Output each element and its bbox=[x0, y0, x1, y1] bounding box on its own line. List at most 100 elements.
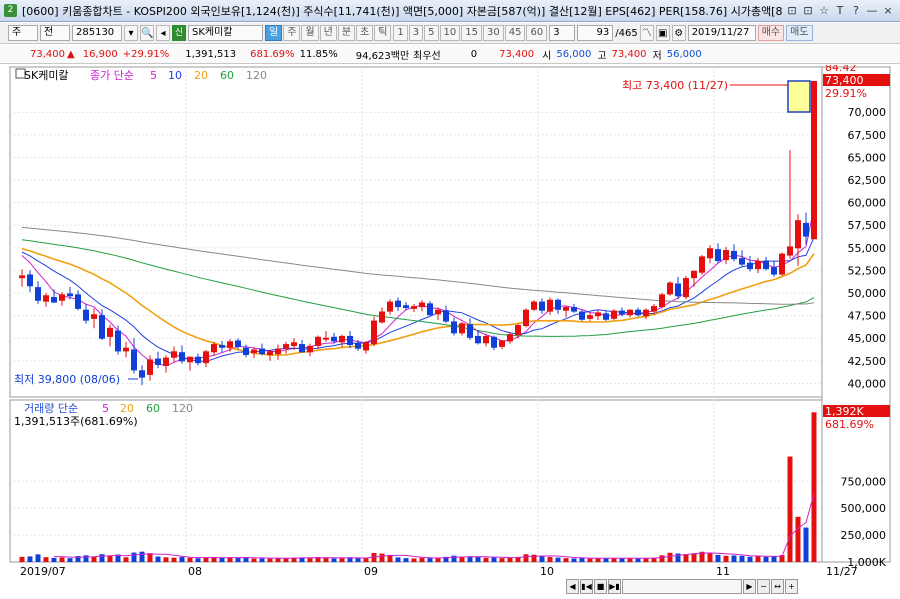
interval-button-10[interactable]: 10 bbox=[439, 25, 461, 41]
scroll-last-icon[interactable]: ▶▮ bbox=[608, 579, 621, 594]
window-control-2[interactable]: ☆ bbox=[818, 4, 830, 17]
candle-body bbox=[443, 310, 449, 322]
price-tick: 55,000 bbox=[848, 242, 887, 255]
timeframe-button-2[interactable]: 월 bbox=[301, 25, 319, 41]
candle-body bbox=[779, 253, 785, 275]
window-control-6[interactable]: × bbox=[882, 4, 894, 17]
candle-body bbox=[731, 250, 737, 260]
volume-bar bbox=[739, 555, 745, 562]
window-control-4[interactable]: ? bbox=[850, 4, 862, 17]
timeframe-button-3[interactable]: 년 bbox=[319, 25, 337, 41]
timeframe-button-5[interactable]: 초 bbox=[356, 25, 374, 41]
speaker-icon[interactable]: ◂ bbox=[156, 25, 170, 41]
scroll-track[interactable] bbox=[622, 579, 742, 594]
scope-select[interactable]: 전 bbox=[40, 25, 70, 41]
window-title: [0600] 키움종합차트 - KOSPI200 외국인보유[1,124(천)]… bbox=[22, 4, 782, 18]
volume-bar bbox=[235, 558, 241, 562]
candle-body bbox=[267, 351, 273, 356]
stop-icon[interactable]: ■ bbox=[594, 579, 607, 594]
volume-bar bbox=[475, 557, 481, 562]
chart-scroll-controls: ◀ ▮◀ ■ ▶▮ ▶ − ↔ + bbox=[566, 579, 798, 595]
zoom-in-icon[interactable]: + bbox=[785, 579, 798, 594]
scroll-first-icon[interactable]: ▮◀ bbox=[580, 579, 593, 594]
price-tick: 45,000 bbox=[848, 332, 887, 345]
interval-button-15[interactable]: 15 bbox=[461, 25, 483, 41]
candle-body bbox=[19, 275, 25, 279]
candle-body bbox=[291, 342, 297, 346]
timeframe-button-6[interactable]: 틱 bbox=[374, 25, 392, 41]
interval-button-1[interactable]: 1 bbox=[393, 25, 408, 41]
gear-icon[interactable]: ⚙ bbox=[671, 25, 686, 41]
interval-button-60[interactable]: 60 bbox=[526, 25, 548, 41]
volume-bar bbox=[635, 558, 641, 562]
volume-bar bbox=[667, 552, 673, 562]
interval-button-5[interactable]: 5 bbox=[424, 25, 439, 41]
chart-icon[interactable]: 〽 bbox=[639, 25, 654, 41]
stock-chart[interactable]: 70,000 67,500 65,000 62,500 60,000 57,500 55,0… bbox=[0, 65, 900, 599]
candle-body bbox=[315, 336, 321, 346]
scroll-left-icon[interactable]: ◀ bbox=[566, 579, 579, 594]
volume-bar bbox=[395, 557, 401, 562]
volume-bar bbox=[379, 553, 385, 562]
zoom-out-icon[interactable]: − bbox=[757, 579, 770, 594]
buy-button[interactable]: 매수 bbox=[757, 25, 785, 41]
zoom-reset-icon[interactable]: ↔ bbox=[771, 579, 784, 594]
dropdown-arrow-icon[interactable]: ▾ bbox=[124, 25, 138, 41]
window-control-0[interactable]: ⊡ bbox=[786, 4, 798, 17]
app-icon: 2 bbox=[4, 4, 17, 17]
volume-bar bbox=[587, 558, 593, 562]
candle-body bbox=[387, 301, 393, 312]
timeframe-button-0[interactable]: 일 bbox=[265, 25, 283, 41]
volume-bar bbox=[459, 557, 465, 562]
candle-body bbox=[611, 310, 617, 319]
interval-value[interactable]: 3 bbox=[549, 25, 576, 41]
candle-body bbox=[251, 349, 257, 354]
candle-body bbox=[195, 356, 201, 364]
volume-bar bbox=[139, 551, 145, 562]
window-control-3[interactable]: T bbox=[834, 4, 846, 17]
candle-body bbox=[643, 309, 649, 317]
candle-body bbox=[323, 337, 329, 340]
volume-bar bbox=[555, 557, 561, 562]
timeframe-button-1[interactable]: 주 bbox=[283, 25, 301, 41]
low-label: 저 bbox=[652, 50, 662, 62]
stock-code-input[interactable]: 285130 bbox=[72, 25, 122, 41]
window-control-1[interactable]: ⊡ bbox=[802, 4, 814, 17]
sell-button[interactable]: 매도 bbox=[786, 25, 813, 41]
interval-button-45[interactable]: 45 bbox=[504, 25, 526, 41]
search-icon[interactable]: 🔍 bbox=[140, 25, 154, 41]
candle-body bbox=[547, 299, 553, 312]
candle-body bbox=[803, 222, 809, 237]
candle-body bbox=[507, 334, 513, 342]
scroll-right-icon[interactable]: ▶ bbox=[743, 579, 756, 594]
interval-button-3[interactable]: 3 bbox=[408, 25, 424, 41]
volume-bar bbox=[499, 558, 505, 562]
axis-price-label: 73,400 bbox=[825, 74, 864, 87]
candle-body bbox=[659, 294, 665, 308]
best-bid-value: 0 bbox=[470, 48, 478, 60]
candle-body bbox=[811, 80, 817, 240]
best-bid-label: 최우선 bbox=[413, 50, 441, 62]
bar-count-input[interactable]: 93 bbox=[577, 25, 614, 41]
period-select[interactable]: 주 bbox=[8, 25, 38, 41]
volume-bar bbox=[539, 556, 545, 562]
legend-ma-5: 5 bbox=[150, 69, 157, 82]
interval-button-30[interactable]: 30 bbox=[483, 25, 504, 41]
volume-bar bbox=[147, 553, 153, 562]
volume-bar bbox=[267, 558, 273, 562]
timeframe-button-4[interactable]: 분 bbox=[337, 25, 356, 41]
candle-body bbox=[299, 344, 305, 353]
price-tick: 67,500 bbox=[848, 129, 887, 142]
volume-ratio: 681.69% bbox=[250, 48, 295, 60]
candle-body bbox=[123, 347, 129, 352]
volume-bar bbox=[723, 555, 729, 562]
save-icon[interactable]: ▣ bbox=[655, 25, 670, 41]
volume-bar bbox=[203, 557, 209, 562]
price-tick: 42,500 bbox=[848, 355, 887, 368]
candle-body bbox=[155, 358, 161, 365]
candle-body bbox=[355, 343, 361, 349]
date-input[interactable]: 2019/11/27 bbox=[687, 25, 756, 41]
candle-body bbox=[627, 309, 633, 316]
window-control-5[interactable]: — bbox=[866, 4, 878, 17]
toolbar: 주 전 285130 ▾ 🔍 ◂ 신 SK케미칼 일주월년분초틱 1 3 5 10 15… bbox=[0, 23, 900, 44]
